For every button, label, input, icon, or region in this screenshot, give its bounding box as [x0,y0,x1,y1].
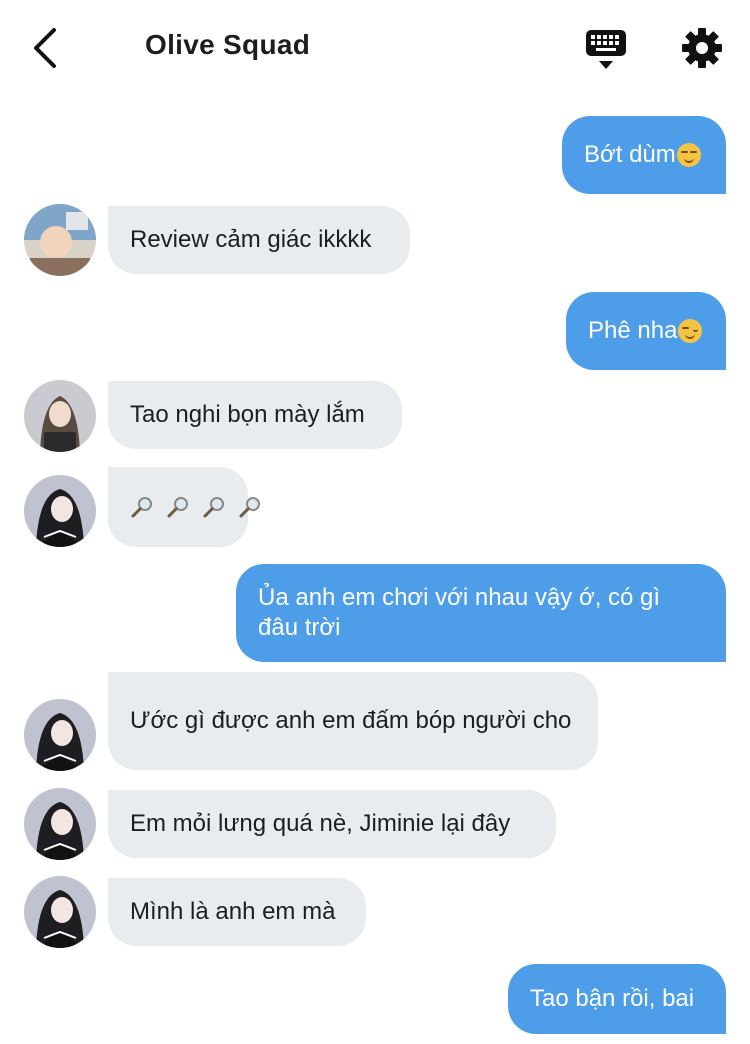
magnifying-glass-emoji [130,495,262,519]
message-bubble[interactable]: Ước gì được anh em đấm bóp người cho [108,672,598,770]
message-bubble[interactable] [108,467,260,547]
keyboard-icon [586,30,626,69]
avatar-image [24,699,96,771]
avatar-image [24,475,96,547]
message-bubble[interactable]: Review cảm giác ikkkk [108,206,410,274]
message-text: Ủa anh em chơi với nhau vậy ớ, có gì đâu… [258,584,661,641]
message-text: Mình là anh em mà [130,898,336,925]
message-text: Review cảm giác ikkkk [130,226,372,253]
smirking-face-emoji [678,319,703,343]
avatar[interactable] [24,788,96,860]
avatar[interactable] [24,876,96,948]
message-bubble[interactable]: Tao bận rồi, bai [508,964,726,1034]
avatar[interactable] [24,699,96,771]
avatar-image [24,876,96,948]
magnifying-glass-icon [239,497,260,518]
message-text: Phê nha [588,317,678,344]
avatar-image [24,204,96,276]
avatar-image [24,788,96,860]
message-text: Tao bận rồi, bai [530,985,695,1012]
magnifying-glass-icon [203,497,224,518]
avatar[interactable] [24,475,96,547]
avatar[interactable] [24,380,96,452]
keyboard-button[interactable] [582,26,630,74]
smirking-face-emoji [676,143,701,167]
message-bubble[interactable]: Bớt dùm [562,116,726,194]
message-text: Em mỏi lưng quá nè, Jiminie lại đây [130,810,511,837]
avatar[interactable] [24,204,96,276]
chat-header: Olive Squad [0,0,750,96]
message-bubble[interactable]: Mình là anh em mà [108,878,366,946]
message-bubble[interactable]: Ủa anh em chơi với nhau vậy ớ, có gì đâu… [236,564,726,662]
message-bubble[interactable]: Em mỏi lưng quá nè, Jiminie lại đây [108,790,556,858]
chat-title: Olive Squad [145,29,311,60]
chevron-left-icon [34,28,56,68]
magnifying-glass-icon [167,497,188,518]
magnifying-glass-icon [131,497,152,518]
message-bubble[interactable]: Tao nghi bọn mày lắm [108,381,402,449]
message-text: Bớt dùm [584,141,676,168]
avatar-image [24,380,96,452]
settings-button[interactable] [680,26,724,70]
back-button[interactable] [26,24,70,72]
message-text: Tao nghi bọn mày lắm [130,401,365,428]
message-text: Ước gì được anh em đấm bóp người cho [130,707,572,734]
message-bubble[interactable]: Phê nha [566,292,726,370]
gear-icon [682,28,722,68]
